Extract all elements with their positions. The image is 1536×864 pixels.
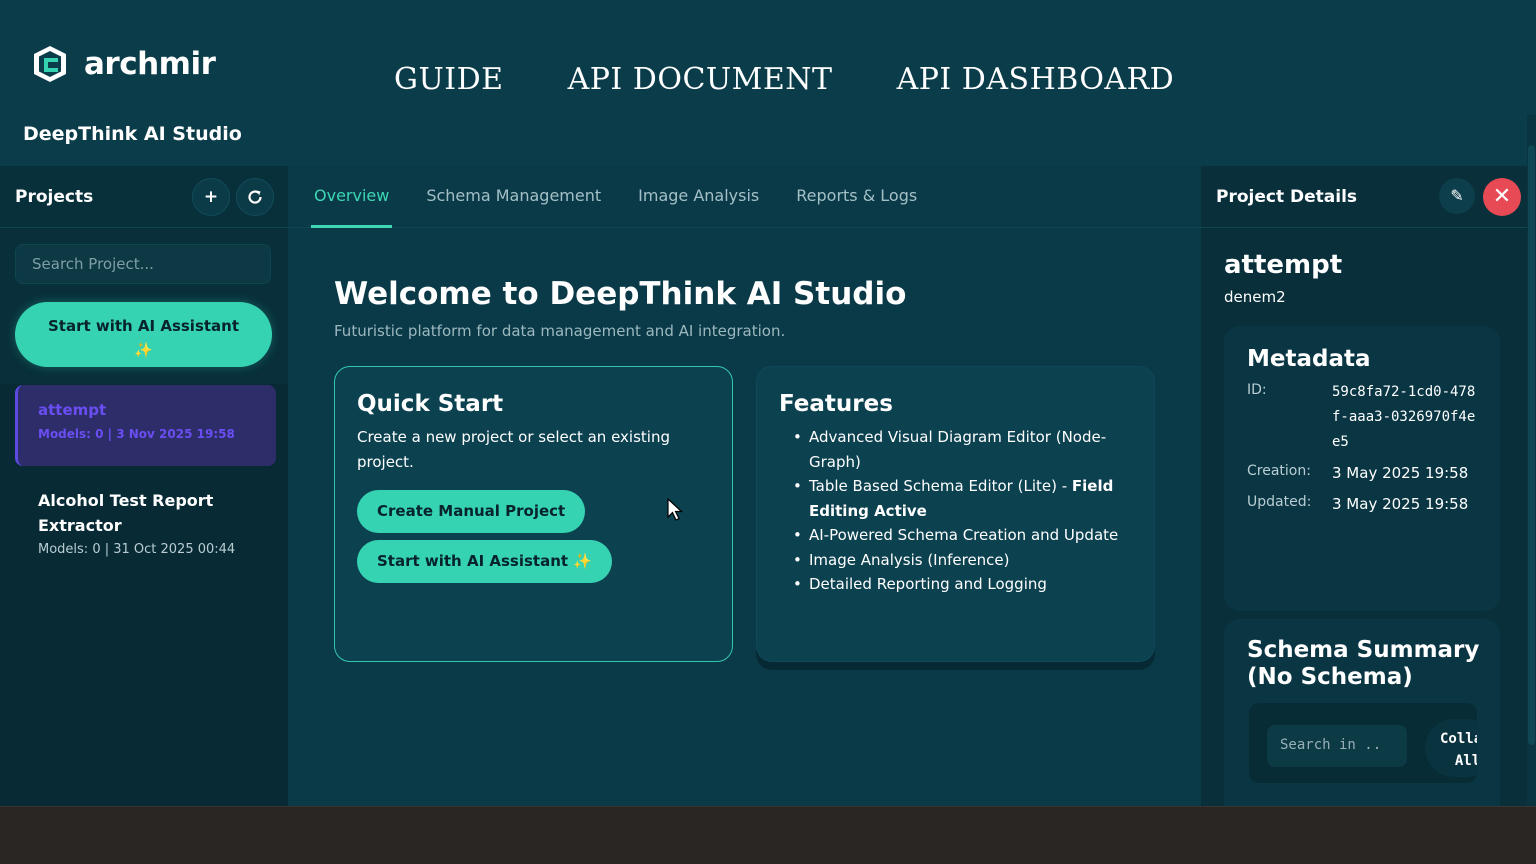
details-actions: ✎ ✕: [1439, 177, 1521, 216]
create-manual-project-button[interactable]: Create Manual Project: [357, 490, 586, 533]
project-search-input[interactable]: [15, 244, 271, 284]
schema-summary-title: Schema Summary (No Schema): [1247, 637, 1480, 690]
feature-item: Advanced Visual Diagram Editor (Node-Gra…: [793, 425, 1123, 474]
metadata-row-creation: Creation: 3 May 2025 19:58: [1247, 461, 1500, 486]
metadata-row-updated: Updated: 3 May 2025 19:58: [1247, 492, 1500, 517]
metadata-creation-value: 3 May 2025 19:58: [1332, 464, 1469, 482]
welcome-title: Welcome to DeepThink AI Studio: [334, 276, 907, 312]
edit-project-button[interactable]: ✎: [1439, 177, 1475, 214]
tab-reports-logs[interactable]: Reports & Logs: [793, 166, 920, 228]
metadata-key: Updated:: [1247, 494, 1312, 510]
collapse-all-button[interactable]: Collapse All: [1425, 719, 1477, 777]
refresh-icon: [248, 189, 262, 204]
tab-schema-management[interactable]: Schema Management: [423, 166, 604, 228]
refresh-projects-button[interactable]: [236, 177, 274, 216]
features-list: Advanced Visual Diagram Editor (Node-Gra…: [779, 425, 1132, 597]
details-project-name: attempt: [1224, 250, 1343, 280]
sidebar-title: Projects: [15, 186, 94, 207]
project-item-alcohol-test[interactable]: Alcohol Test Report Extractor Models: 0 …: [15, 488, 276, 557]
sidebar-controls: Start with AI Assistant ✨: [0, 228, 288, 384]
top-header: archmir GUIDE API DOCUMENT API DASHBOARD…: [0, 0, 1536, 166]
close-details-button[interactable]: ✕: [1483, 177, 1521, 216]
scrollbar-thumb[interactable]: [1528, 145, 1535, 745]
brand-logo[interactable]: archmir: [28, 42, 216, 86]
details-title: Project Details: [1216, 186, 1358, 207]
main-tabs: Overview Schema Management Image Analysi…: [288, 166, 1201, 228]
feature-item: AI-Powered Schema Creation and Update: [793, 523, 1123, 548]
welcome-subtitle: Futuristic platform for data management …: [334, 322, 786, 340]
sparkle-icon: ✨: [134, 341, 153, 359]
features-title: Features: [779, 391, 893, 417]
details-project: attempt denem2: [1201, 228, 1527, 306]
project-item-attempt[interactable]: attempt Models: 0 | 3 Nov 2025 19:58: [15, 385, 276, 466]
features-card: Features Advanced Visual Diagram Editor …: [756, 366, 1155, 662]
metadata-title: Metadata: [1247, 346, 1371, 372]
project-name: Alcohol Test Report Extractor: [38, 491, 214, 535]
start-ai-assistant-button[interactable]: Start with AI Assistant ✨: [357, 540, 612, 583]
quick-start-text: Create a new project or select an existi…: [357, 428, 670, 471]
nav-api-document[interactable]: API DOCUMENT: [568, 62, 833, 97]
studio-name: DeepThink AI Studio: [23, 123, 242, 145]
sparkle-icon: ✨: [573, 552, 592, 570]
ai-assistant-label: Start with AI Assistant: [377, 552, 569, 570]
plus-icon: +: [203, 186, 219, 207]
metadata-row-id: ID: 59c8fa72-1cd0-478f-aaa3-0326970f4ee5: [1247, 380, 1500, 455]
details-header: Project Details ✎ ✕: [1201, 166, 1527, 228]
metadata-key: Creation:: [1247, 463, 1311, 479]
add-project-button[interactable]: +: [192, 177, 230, 216]
archmir-logo-icon: [34, 46, 66, 82]
feature-item-text: Table Based Schema Editor (Lite) -: [809, 477, 1068, 495]
metadata-updated-value: 3 May 2025 19:58: [1332, 495, 1469, 513]
sidebar-ai-assistant-button[interactable]: Start with AI Assistant ✨: [15, 302, 272, 367]
schema-summary-card: Schema Summary (No Schema) Search in .. …: [1224, 619, 1500, 806]
ai-assistant-label: Start with AI Assistant: [47, 317, 240, 335]
nav-api-dashboard[interactable]: API DASHBOARD: [897, 62, 1175, 97]
main-content: Overview Schema Management Image Analysi…: [288, 166, 1201, 806]
schema-search-input[interactable]: Search in ..: [1267, 725, 1407, 767]
schema-tools: Search in .. Collapse All: [1249, 703, 1477, 783]
feature-item: Detailed Reporting and Logging: [793, 572, 1123, 597]
pencil-icon: ✎: [1450, 186, 1464, 205]
bottom-strip: [0, 806, 1536, 864]
top-nav: GUIDE API DOCUMENT API DASHBOARD: [394, 62, 1238, 97]
metadata-id-value: 59c8fa72-1cd0-478f-aaa3-0326970f4ee5: [1332, 384, 1476, 450]
feature-item: Image Analysis (Inference): [793, 548, 1123, 573]
page-scrollbar[interactable]: [1527, 115, 1536, 806]
tab-overview[interactable]: Overview: [311, 166, 393, 228]
projects-sidebar: Projects + Start with AI Assistant ✨ att…: [0, 166, 288, 806]
metadata-card: Metadata ID: 59c8fa72-1cd0-478f-aaa3-032…: [1224, 326, 1500, 611]
feature-item: Table Based Schema Editor (Lite) - Field…: [793, 474, 1123, 523]
sidebar-actions: +: [192, 177, 274, 216]
project-list: attempt Models: 0 | 3 Nov 2025 19:58 Alc…: [0, 385, 288, 557]
brand-name: archmir: [84, 46, 216, 82]
mouse-cursor-icon: [667, 498, 684, 521]
project-meta: Models: 0 | 31 Oct 2025 00:44: [38, 542, 236, 557]
nav-guide[interactable]: GUIDE: [394, 62, 504, 97]
project-details-panel: Project Details ✎ ✕ attempt denem2 Metad…: [1201, 166, 1527, 806]
close-icon: ✕: [1492, 184, 1512, 209]
metadata-key: ID:: [1247, 382, 1267, 398]
project-meta: Models: 0 | 3 Nov 2025 19:58: [38, 427, 235, 441]
sidebar-header: Projects +: [0, 166, 288, 228]
tab-image-analysis[interactable]: Image Analysis: [635, 166, 762, 228]
details-project-description: denem2: [1224, 288, 1286, 306]
quick-start-title: Quick Start: [357, 391, 504, 417]
project-name: attempt: [38, 401, 107, 419]
